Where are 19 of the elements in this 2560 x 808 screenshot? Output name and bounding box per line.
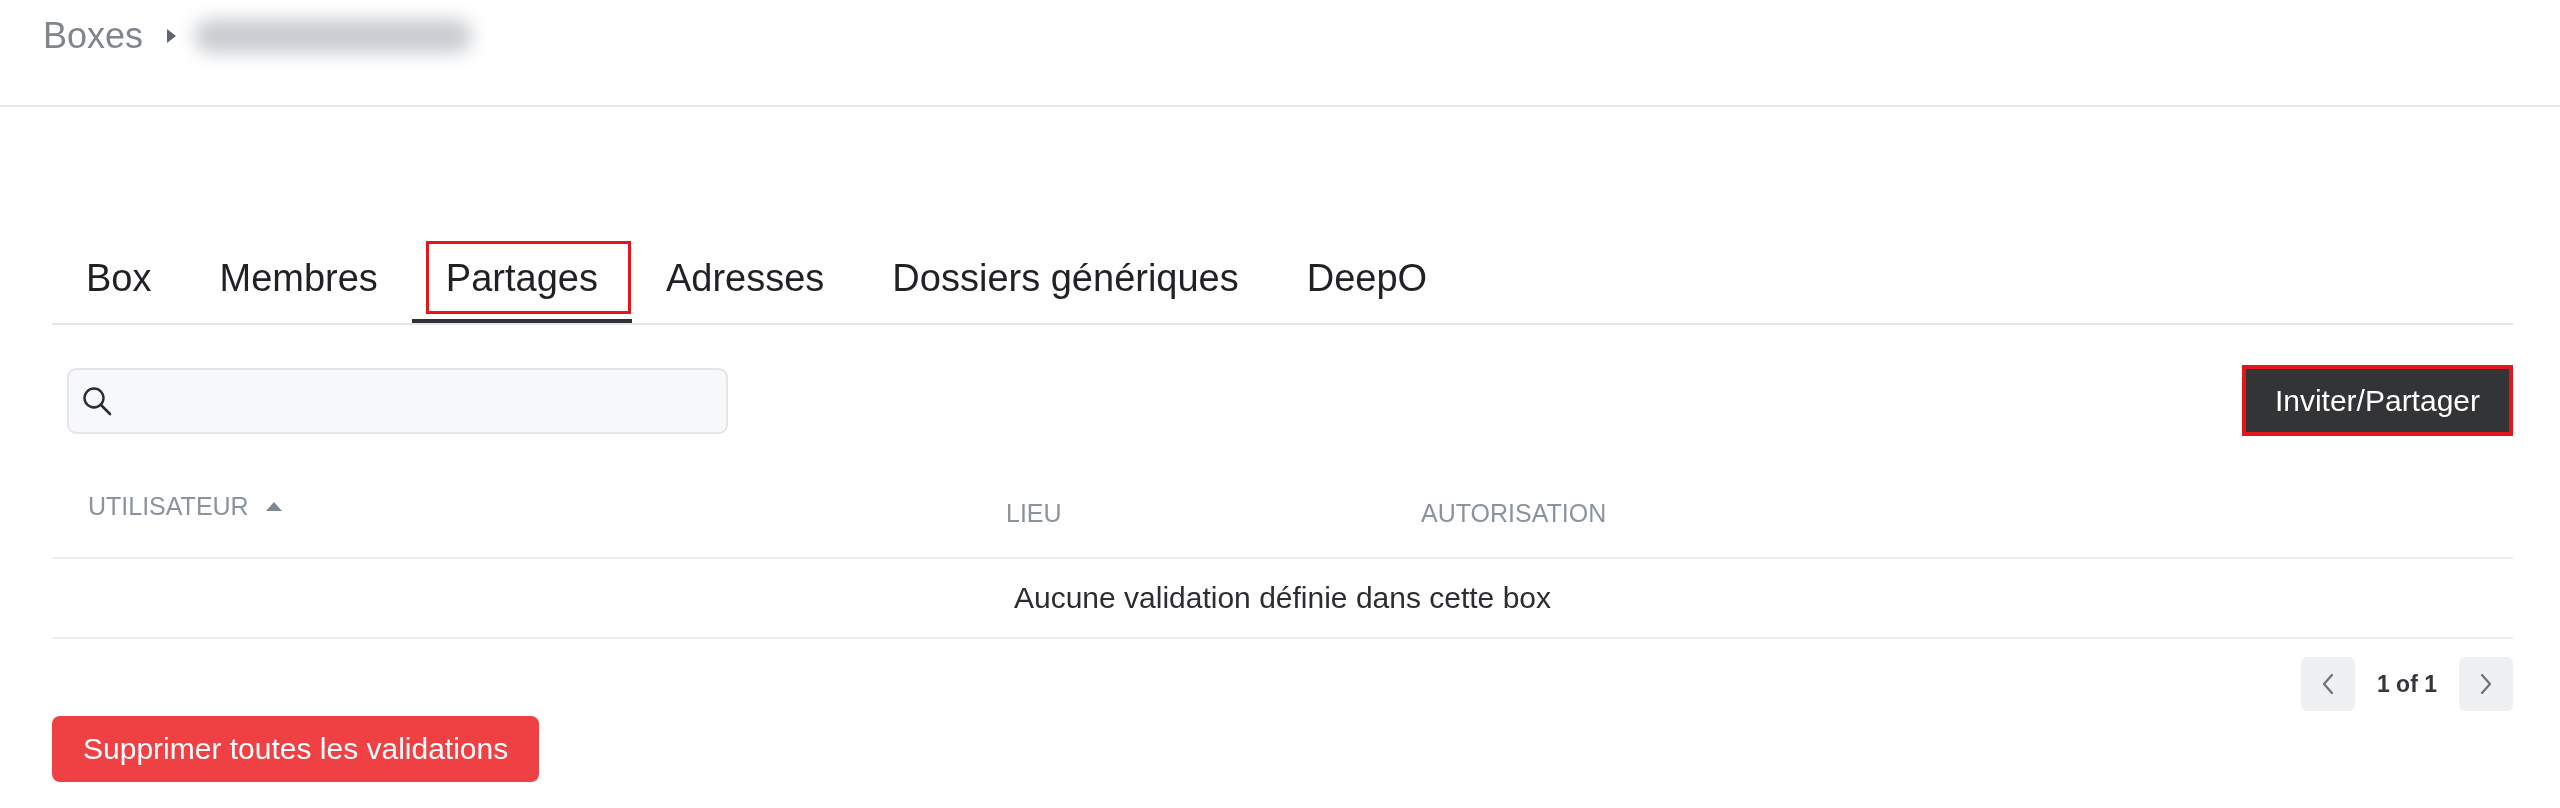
caret-up-icon (265, 501, 282, 511)
empty-state-message: Aucune validation définie dans cette box (1013, 580, 1551, 616)
tab[interactable]: Membres (185, 234, 412, 323)
page-indicator: 1 of 1 (2376, 670, 2437, 698)
tab[interactable]: DeepO (1272, 234, 1462, 323)
tab[interactable]: Adresses (631, 234, 859, 323)
chevron-left-icon (2321, 674, 2334, 694)
delete-all-validations-button[interactable]: Supprimer toutes les validations (52, 716, 540, 782)
next-page-button[interactable] (2459, 657, 2513, 711)
tab[interactable]: Partages (411, 234, 632, 323)
tab[interactable]: Box (52, 234, 186, 323)
search-icon (82, 385, 112, 416)
search-field[interactable] (67, 367, 728, 434)
tab[interactable]: Dossiers génériques (858, 234, 1273, 323)
caret-right-icon (167, 29, 177, 43)
invite-share-button[interactable]: Inviter/Partager (2245, 369, 2509, 432)
breadcrumb-link[interactable]: Boxes (43, 14, 144, 58)
chevron-right-icon (2480, 674, 2492, 694)
previous-page-button[interactable] (2300, 657, 2355, 711)
